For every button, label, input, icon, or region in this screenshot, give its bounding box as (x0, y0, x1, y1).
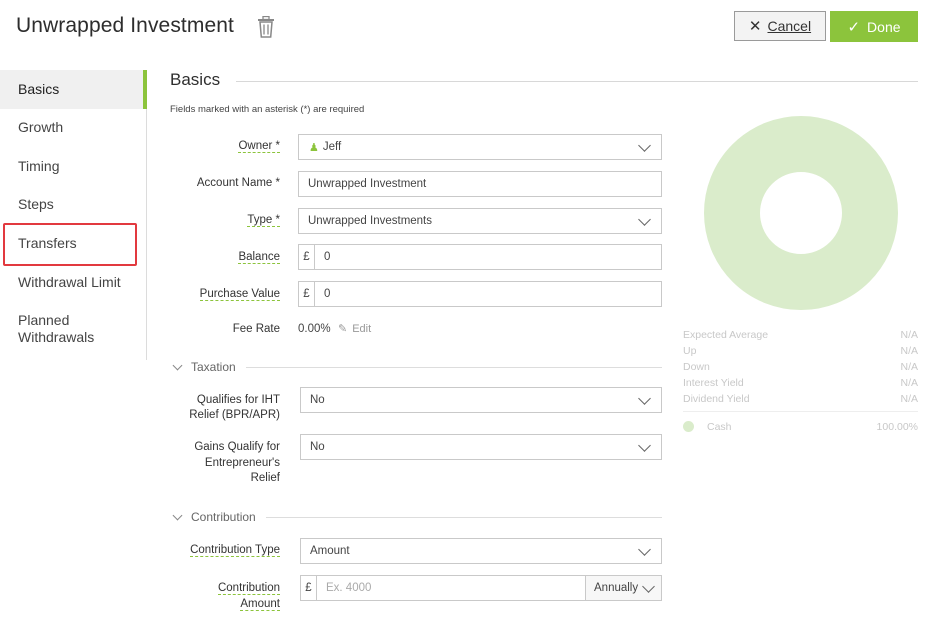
chevron-down-icon (172, 510, 183, 520)
stat-value: N/A (900, 393, 918, 405)
account-name-label: Account Name * (196, 177, 280, 189)
donut-slice-cash (704, 116, 898, 310)
currency-prefix: £ (299, 282, 315, 306)
sidebar-item-withdrawal-limit[interactable]: Withdrawal Limit (0, 273, 146, 291)
sidebar-item-basics[interactable]: Basics (0, 70, 147, 109)
trash-icon[interactable] (256, 16, 276, 38)
stat-value: N/A (900, 329, 918, 341)
currency-prefix: £ (299, 245, 315, 269)
balance-value: 0 (324, 251, 331, 263)
sidebar: Basics Growth Timing Steps Transfers Wit… (0, 70, 147, 360)
done-button[interactable]: ✓ Done (830, 11, 918, 42)
chevron-down-icon (642, 579, 655, 593)
entrepreneur-relief-value: No (310, 441, 325, 453)
done-label: Done (867, 18, 901, 35)
stat-value: N/A (900, 377, 918, 389)
balance-label: Balance (238, 251, 280, 264)
sidebar-item-steps[interactable]: Steps (0, 195, 146, 213)
edit-fee-rate-link[interactable]: ✎ Edit (338, 322, 372, 336)
allocation-donut-chart (704, 116, 898, 310)
fee-rate-value: 0.00% (298, 323, 331, 335)
entrepreneur-relief-select[interactable]: No (300, 434, 662, 460)
purchase-value-input[interactable]: £ 0 (298, 281, 662, 307)
user-icon: ♟ (309, 141, 319, 154)
stat-label: Dividend Yield (683, 393, 750, 405)
gains-label: Gains Qualify for Entrepreneur's Relief (194, 441, 280, 484)
sidebar-item-planned-withdrawals[interactable]: Planned Withdrawals (0, 312, 120, 346)
chevron-down-icon (638, 212, 651, 226)
chevron-down-icon (638, 138, 651, 152)
purchase-value: 0 (324, 288, 331, 300)
section-divider (236, 81, 918, 82)
stat-value: N/A (900, 361, 918, 373)
owner-label: Owner * (238, 140, 280, 153)
section-title: Basics (170, 70, 221, 89)
chevron-down-icon (638, 438, 651, 452)
taxation-title: Taxation (191, 360, 236, 374)
contribution-amount-label: Contribution Amount (217, 582, 280, 611)
cancel-label: Cancel (767, 18, 812, 34)
owner-value: Jeff (322, 141, 342, 153)
sidebar-item-timing[interactable]: Timing (0, 157, 146, 175)
contribution-divider (266, 517, 662, 518)
owner-select[interactable]: ♟ Jeff (298, 134, 662, 160)
legend-value: 100.00% (876, 421, 918, 433)
stat-label: Down (683, 361, 710, 373)
contribution-title: Contribution (191, 510, 256, 524)
balance-input[interactable]: £ 0 (298, 244, 662, 270)
contribution-type-select[interactable]: Amount (300, 538, 662, 564)
iht-relief-select[interactable]: No (300, 387, 662, 413)
summary-divider (683, 411, 918, 412)
contribution-type-value: Amount (310, 545, 350, 557)
frequency-select[interactable]: Annually (585, 575, 662, 601)
type-select[interactable]: Unwrapped Investments (298, 208, 662, 234)
account-name-value: Unwrapped Investment (308, 178, 427, 190)
chevron-down-icon (638, 391, 651, 405)
chevron-down-icon (638, 542, 651, 556)
contribution-type-label: Contribution Type (190, 544, 280, 557)
legend-swatch-cash (683, 421, 694, 432)
purchase-value-label: Purchase Value (199, 288, 280, 301)
iht-label: Qualifies for IHT Relief (BPR/APR) (189, 394, 280, 421)
fee-rate-label: Fee Rate (232, 323, 280, 335)
page-title: Unwrapped Investment (16, 14, 234, 37)
account-name-input[interactable]: Unwrapped Investment (298, 171, 662, 197)
currency-prefix: £ (301, 576, 317, 600)
taxation-toggle[interactable]: Taxation (170, 360, 236, 374)
stat-label: Expected Average (683, 329, 769, 341)
contribution-amount-placeholder: Ex. 4000 (326, 582, 372, 594)
type-value: Unwrapped Investments (308, 215, 433, 227)
stat-label: Interest Yield (683, 377, 744, 389)
chevron-down-icon (172, 360, 183, 370)
legend-label: Cash (707, 421, 732, 433)
edit-label: Edit (352, 322, 372, 335)
close-icon: ✕ (748, 18, 762, 35)
stat-label: Up (683, 345, 697, 357)
taxation-divider (246, 367, 662, 368)
required-note: Fields marked with an asterisk (*) are r… (170, 104, 365, 115)
iht-relief-value: No (310, 394, 325, 406)
highlight-box (3, 223, 137, 266)
cancel-button[interactable]: ✕ Cancel (734, 11, 826, 41)
pencil-icon: ✎ (338, 323, 348, 335)
contribution-amount-input[interactable]: £ Ex. 4000 (300, 575, 586, 601)
contribution-toggle[interactable]: Contribution (170, 510, 256, 524)
frequency-value: Annually (594, 582, 639, 594)
type-label: Type * (247, 214, 280, 227)
sidebar-item-growth[interactable]: Growth (0, 118, 146, 136)
check-icon: ✓ (847, 18, 861, 36)
stat-value: N/A (900, 345, 918, 357)
